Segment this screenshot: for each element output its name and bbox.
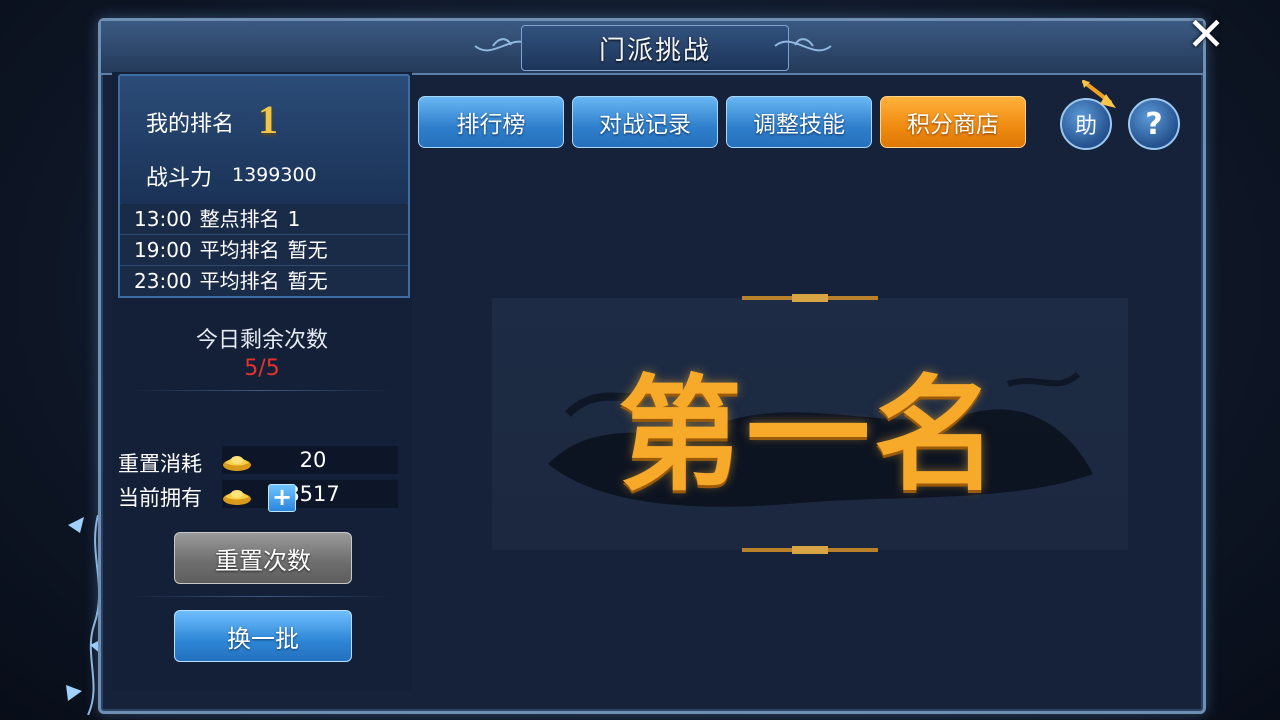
schedule-row: 19:00 平均排名 暂无 <box>120 235 408 266</box>
question-icon[interactable]: ? <box>1128 98 1180 150</box>
schedule-label: 整点排名 <box>199 207 280 231</box>
gold-ingot-icon <box>223 456 251 471</box>
schedule-row: 23:00 平均排名 暂无 <box>120 266 408 296</box>
divider <box>132 596 392 597</box>
schedule-row: 13:00 整点排名 1 <box>120 204 408 235</box>
remaining-label: 今日剩余次数 <box>195 328 328 353</box>
schedule-time: 23:00 <box>134 269 192 293</box>
title-bar: 门派挑战 <box>101 21 1203 75</box>
schedule-time: 13:00 <box>134 207 192 231</box>
flourish-right-decoration <box>774 38 832 52</box>
tab-points-shop[interactable]: 积分商店 <box>880 96 1026 148</box>
remaining-value: 5/5 <box>244 356 280 381</box>
rank-box: 我的排名 1 战斗力 1399300 <box>118 74 410 206</box>
banner-bottom-trim <box>742 546 878 554</box>
reset-cost-label: 重置消耗 <box>118 452 202 476</box>
power-value: 1399300 <box>232 164 317 186</box>
tab-adjust-skills[interactable]: 调整技能 <box>726 96 872 148</box>
rank-title-text: 第一名 <box>617 363 1002 508</box>
refresh-opponents-button[interactable]: 换一批 <box>174 610 352 662</box>
left-sidebar: 我的排名 1 战斗力 1399300 13:00 整点排名 1 19:00 平均排名暂… <box>112 72 412 690</box>
power-label: 战斗力 <box>146 166 213 191</box>
owned-row: 当前拥有 8517 <box>118 480 408 510</box>
rank-label: 我的排名 <box>146 112 235 137</box>
schedule-value: 暂无 <box>287 269 328 293</box>
reset-cost-value: 20 <box>299 448 327 472</box>
schedule-label: 平均排名 <box>199 269 280 293</box>
schedule-time: 19:00 <box>134 238 192 262</box>
schedule-value: 暂无 <box>287 238 328 262</box>
reset-count-button[interactable]: 重置次数 <box>174 532 352 584</box>
rank-banner: 第一名 <box>492 294 1128 554</box>
close-icon[interactable]: ✕ <box>1184 7 1228 61</box>
reset-cost-row: 重置消耗 20 <box>118 446 408 476</box>
gold-ingot-icon <box>223 490 251 505</box>
window-title: 门派挑战 <box>521 25 789 71</box>
divider <box>132 390 392 391</box>
rank-value: 1 <box>258 97 278 142</box>
arrow-badge-icon <box>1082 80 1116 108</box>
tab-battle-record[interactable]: 对战记录 <box>572 96 718 148</box>
tab-leaderboard[interactable]: 排行榜 <box>418 96 564 148</box>
schedule-value: 1 <box>287 207 301 231</box>
schedule-label: 平均排名 <box>199 238 280 262</box>
add-currency-button[interactable]: + <box>268 484 296 512</box>
owned-label: 当前拥有 <box>118 486 202 510</box>
rank-schedule: 13:00 整点排名 1 19:00 平均排名 暂无 23:00 平均排名 暂无 <box>118 204 410 298</box>
